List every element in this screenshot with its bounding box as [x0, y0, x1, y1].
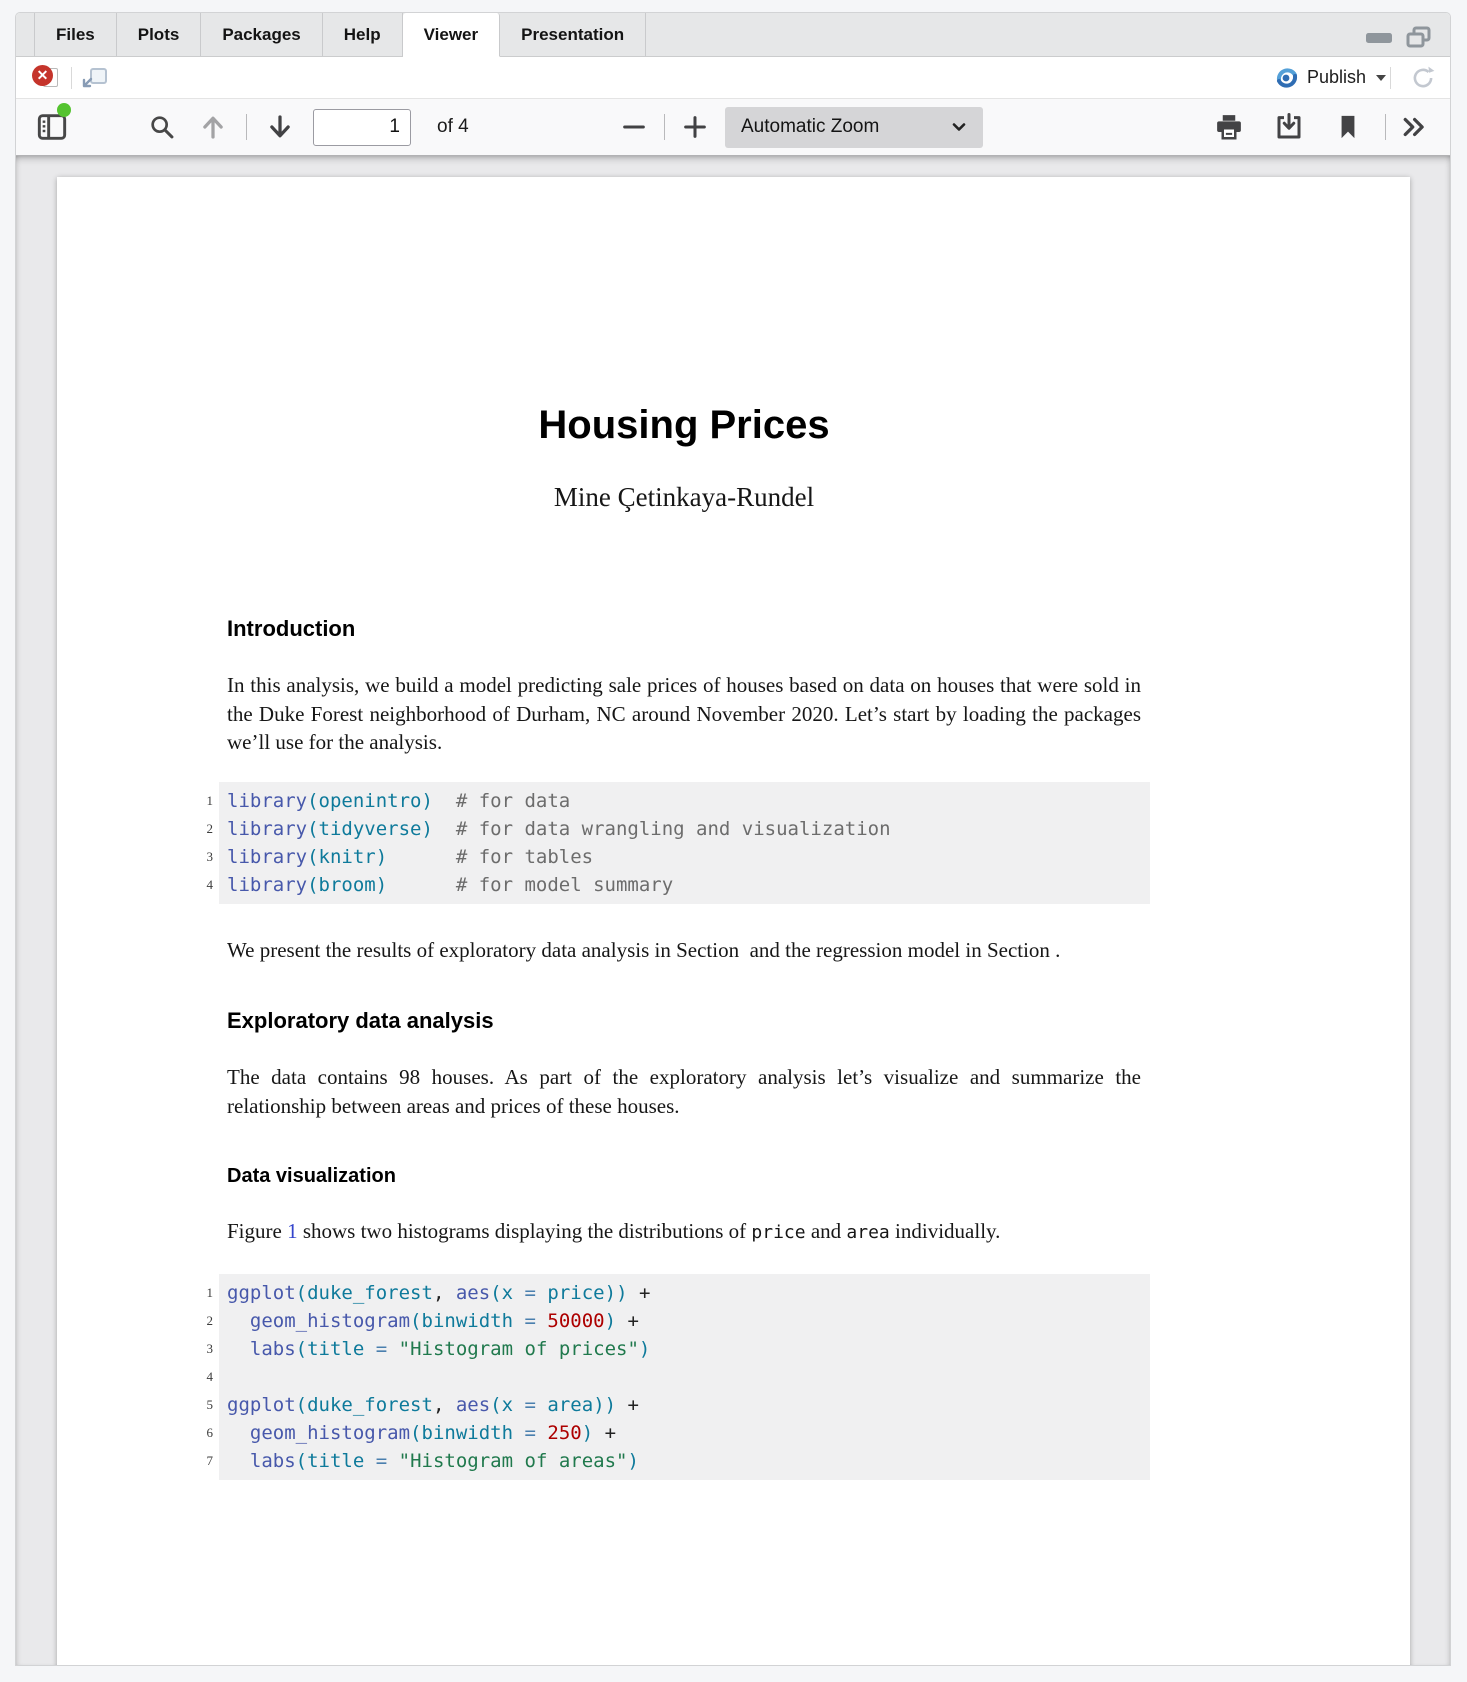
paragraph-figure: Figure 1 shows two histograms displaying…: [227, 1217, 1141, 1248]
page-up-button[interactable]: [194, 108, 232, 146]
download-icon: [1274, 112, 1304, 142]
page-down-button[interactable]: [261, 108, 299, 146]
pdf-toolbar: of 4 Automatic Zoom: [16, 99, 1450, 156]
separator: [71, 67, 72, 89]
paragraph-intro: In this analysis, we build a model predi…: [227, 671, 1141, 757]
tab-packages[interactable]: Packages: [201, 13, 322, 56]
code-line: 5ggplot(duke_forest, aes(x = area)) +: [227, 1391, 1150, 1419]
print-button[interactable]: [1210, 108, 1248, 146]
line-number: 2: [175, 815, 213, 843]
bookmark-button[interactable]: [1330, 109, 1366, 145]
refresh-icon: [1410, 65, 1436, 91]
code-block-ggplot: 1ggplot(duke_forest, aes(x = price)) +2 …: [219, 1274, 1150, 1480]
zoom-out-icon: [620, 113, 648, 141]
code-line: 2library(tidyverse) # for data wrangling…: [227, 815, 1150, 843]
tab-viewer[interactable]: Viewer: [403, 13, 501, 57]
page-down-icon: [265, 112, 295, 142]
sidebar-toggle-button[interactable]: [32, 107, 72, 147]
line-number: 1: [175, 787, 213, 815]
paragraph-sections: We present the results of exploratory da…: [227, 936, 1141, 965]
code-line: 4: [227, 1363, 1150, 1391]
more-tools-icon: [1398, 112, 1430, 142]
document-title: Housing Prices: [227, 177, 1141, 448]
separator: [246, 114, 247, 140]
zoom-out-button[interactable]: [616, 109, 652, 145]
popout-button[interactable]: [81, 66, 107, 90]
line-number: 5: [175, 1391, 213, 1419]
popout-arrow-icon: [81, 73, 97, 89]
page-up-icon: [198, 112, 228, 142]
refresh-button[interactable]: [1410, 65, 1436, 91]
pane-tab-bar: Files Plots Packages Help Viewer Present…: [16, 13, 1450, 57]
pdf-viewport[interactable]: Housing Prices Mine Çetinkaya-Rundel Int…: [16, 156, 1450, 1665]
line-number: 4: [175, 871, 213, 899]
viewer-toolbar: ✕ Publish: [16, 57, 1450, 99]
line-number: 1: [175, 1279, 213, 1307]
zoom-in-button[interactable]: [677, 109, 713, 145]
page-number-input[interactable]: [313, 109, 411, 146]
publish-button[interactable]: Publish: [1275, 66, 1386, 90]
tab-help[interactable]: Help: [323, 13, 403, 56]
clear-viewer-icon: ✕: [32, 65, 53, 86]
rstudio-viewer-pane: Files Plots Packages Help Viewer Present…: [15, 12, 1451, 1666]
separator: [1385, 114, 1386, 140]
find-button[interactable]: [144, 109, 180, 145]
zoom-select[interactable]: Automatic Zoom: [725, 107, 983, 148]
paragraph-eda: The data contains 98 houses. As part of …: [227, 1063, 1141, 1120]
code-line: 4library(broom) # for model summary: [227, 871, 1150, 899]
subsection-heading-dataviz: Data visualization: [227, 1165, 1141, 1188]
chevron-down-icon: [951, 119, 967, 135]
zoom-select-value: Automatic Zoom: [741, 116, 879, 138]
code-line: 1ggplot(duke_forest, aes(x = price)) +: [227, 1279, 1150, 1307]
dropdown-caret-icon: [1376, 75, 1386, 81]
page-count-label: of 4: [437, 116, 469, 138]
minimize-pane-icon[interactable]: [1366, 33, 1392, 43]
notification-dot: [57, 103, 71, 117]
document-author: Mine Çetinkaya-Rundel: [227, 482, 1141, 513]
line-number: 2: [175, 1307, 213, 1335]
print-icon: [1214, 112, 1244, 142]
bookmark-icon: [1334, 113, 1362, 141]
code-line: 3 labs(title = "Histogram of prices"): [227, 1335, 1150, 1363]
code-line: 6 geom_histogram(binwidth = 250) +: [227, 1419, 1150, 1447]
separator: [1390, 67, 1391, 89]
publish-label: Publish: [1307, 67, 1366, 88]
tab-plots[interactable]: Plots: [117, 13, 202, 56]
figure-link[interactable]: 1: [287, 1219, 298, 1243]
code-line: 3library(knitr) # for tables: [227, 843, 1150, 871]
clear-viewer-button[interactable]: ✕: [32, 64, 62, 92]
line-number: 3: [175, 843, 213, 871]
section-heading-introduction: Introduction: [227, 616, 1141, 642]
section-heading-eda: Exploratory data analysis: [227, 1008, 1141, 1034]
pdf-page: Housing Prices Mine Çetinkaya-Rundel Int…: [57, 177, 1410, 1665]
tab-files[interactable]: Files: [34, 13, 117, 56]
code-line: 2 geom_histogram(binwidth = 50000) +: [227, 1307, 1150, 1335]
maximize-pane-icon[interactable]: [1406, 26, 1432, 50]
line-number: 3: [175, 1335, 213, 1363]
line-number: 7: [175, 1447, 213, 1475]
line-number: 4: [175, 1363, 213, 1391]
zoom-in-icon: [681, 113, 709, 141]
more-tools-button[interactable]: [1394, 108, 1434, 146]
code-block-libraries: 1library(openintro) # for data2library(t…: [219, 782, 1150, 904]
line-number: 6: [175, 1419, 213, 1447]
download-button[interactable]: [1270, 108, 1308, 146]
separator: [664, 114, 665, 140]
tab-presentation[interactable]: Presentation: [500, 13, 646, 56]
search-icon: [148, 113, 176, 141]
code-line: 7 labs(title = "Histogram of areas"): [227, 1447, 1150, 1475]
publish-connect-icon: [1275, 66, 1299, 90]
code-line: 1library(openintro) # for data: [227, 787, 1150, 815]
